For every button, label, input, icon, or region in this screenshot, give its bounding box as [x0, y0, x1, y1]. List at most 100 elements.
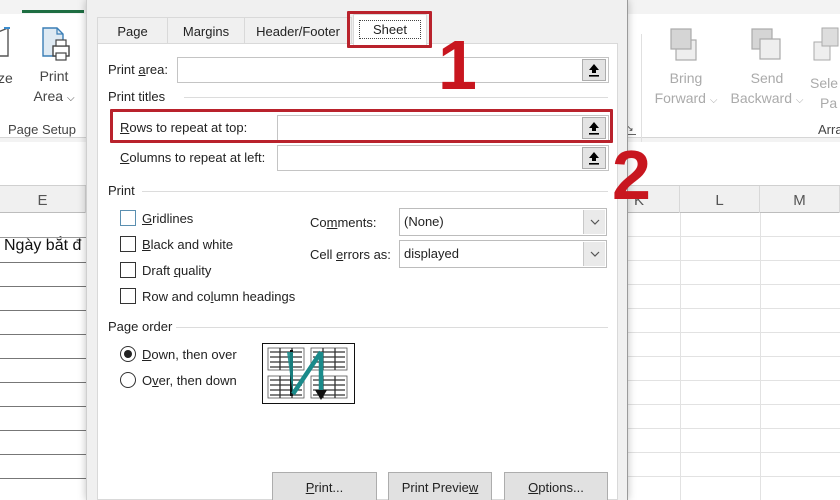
grid-row-line	[0, 358, 86, 359]
black-and-white-label[interactable]: Black and white	[142, 237, 233, 252]
send-backward-label-2: Backward ⌵	[727, 88, 807, 111]
access-key: m	[326, 215, 338, 230]
tab-header-footer-label: Header/Footer	[256, 24, 340, 39]
label-part: Cell	[310, 247, 337, 262]
selection-pane-button[interactable]: Sele Pa	[810, 26, 840, 113]
comments-select[interactable]: (None)	[399, 208, 607, 236]
grid-row-line	[0, 262, 86, 263]
draft-quality-label[interactable]: Draft quality	[142, 263, 211, 278]
tab-margins[interactable]: Margins	[167, 17, 244, 44]
grid-row-line	[0, 478, 86, 479]
label-part: O	[142, 373, 153, 388]
grid-row-line	[0, 382, 86, 383]
down-then-over-label[interactable]: Down, then over	[142, 347, 237, 362]
annotation-step-1: 1	[438, 26, 477, 104]
chevron-down-icon: ⌵	[66, 93, 75, 104]
tab-margins-label: Margins	[182, 24, 230, 39]
label-part: Print	[108, 62, 139, 77]
tab-page[interactable]: Page	[97, 17, 167, 44]
label-part: Draft	[142, 263, 174, 278]
columns-to-repeat-label: Columns to repeat at left:	[120, 150, 265, 165]
cell-errors-label: Cell errors as:	[310, 247, 391, 262]
comments-label: Comments:	[310, 215, 376, 230]
tab-sheet-label: Sheet	[373, 22, 407, 37]
page-order-diagram-icon	[267, 347, 348, 400]
access-key: C	[120, 150, 130, 165]
label-part: olumns to repeat at left:	[129, 150, 266, 165]
partial-label: ze	[0, 70, 13, 86]
draft-quality-checkbox[interactable]	[120, 262, 136, 278]
options-button[interactable]: Options...	[504, 472, 608, 500]
access-key: B	[142, 237, 151, 252]
black-and-white-checkbox[interactable]	[120, 236, 136, 252]
comments-select-value: (None)	[404, 214, 444, 229]
collapse-dialog-icon	[589, 64, 599, 77]
label-part: Co	[310, 215, 327, 230]
row-column-headings-checkbox[interactable]	[120, 288, 136, 304]
access-key: O	[528, 480, 539, 495]
print-area-input[interactable]	[177, 57, 609, 83]
label-part: ridlines	[152, 211, 194, 226]
screen: ze Print Area ⌵ Page Setup Bring Forward…	[0, 0, 840, 500]
grid-column-line	[680, 213, 681, 500]
partial-ribbon-button[interactable]: ze	[0, 26, 13, 86]
print-area-label: Print area:	[108, 62, 168, 77]
print-titles-heading: Print titles	[108, 89, 166, 104]
access-key: q	[173, 263, 182, 278]
page-setup-dialog: Page Margins Header/Footer Sheet Print a…	[86, 0, 628, 500]
column-header-m[interactable]: M	[760, 186, 840, 213]
cell-errors-select-value: displayed	[404, 246, 459, 261]
access-key: D	[142, 347, 152, 362]
gridlines-checkbox[interactable]	[120, 210, 136, 226]
print-button[interactable]: Print...	[272, 472, 377, 500]
tab-page-label: Page	[117, 24, 148, 39]
row-column-headings-label[interactable]: Row and column headings	[142, 289, 295, 304]
chevron-down-icon[interactable]	[583, 242, 605, 266]
column-header-l[interactable]: L	[680, 186, 760, 213]
columns-to-repeat-collapse-button[interactable]	[582, 147, 606, 169]
access-key: w	[468, 480, 479, 495]
page-order-heading: Page order	[108, 319, 173, 334]
chevron-down-icon: ⌵	[795, 95, 804, 106]
grid-column-line	[760, 213, 761, 500]
grid-row-line	[628, 404, 840, 405]
button-label: rint...	[314, 480, 344, 495]
print-preview-button[interactable]: Print Preview	[388, 472, 492, 500]
selection-pane-label-2: Pa	[820, 95, 838, 111]
print-area-button[interactable]: Print Area ⌵	[30, 26, 78, 109]
cell-errors-select[interactable]: displayed	[399, 240, 607, 268]
bring-forward-button[interactable]: Bring Forward ⌵	[648, 26, 724, 111]
annotation-step-2: 2	[612, 136, 651, 214]
cell-e-header[interactable]: Ngày bắt đ	[4, 237, 81, 255]
bring-forward-icon	[670, 28, 697, 61]
annotation-highlight-rows-to-repeat	[110, 109, 613, 143]
column-header-e[interactable]: E	[0, 186, 86, 213]
grid-row-line	[628, 308, 840, 309]
print-area-icon	[42, 27, 70, 61]
over-then-down-radio[interactable]	[120, 372, 136, 388]
grid-row-line	[0, 406, 86, 407]
print-area-collapse-button[interactable]	[582, 59, 606, 81]
send-backward-button[interactable]: Send Backward ⌵	[727, 26, 807, 111]
grid-row-line	[628, 284, 840, 285]
grid-row-line	[0, 237, 86, 238]
selection-pane-icon	[813, 27, 839, 61]
chevron-down-icon[interactable]	[583, 210, 605, 234]
print-heading: Print	[108, 183, 135, 198]
button-label: Print Previe	[401, 480, 469, 495]
access-key: a	[138, 62, 146, 77]
grid-row-line	[628, 428, 840, 429]
tab-header-footer[interactable]: Header/Footer	[244, 17, 352, 44]
collapse-dialog-icon	[589, 152, 599, 165]
label-part: lack and white	[150, 237, 234, 252]
gridlines-label[interactable]: Gridlines	[142, 211, 193, 226]
tab-sheet[interactable]: Sheet	[353, 14, 427, 45]
down-then-over-radio[interactable]	[120, 346, 136, 362]
grid-row-line	[0, 286, 86, 287]
print-area-label-1: Print	[39, 68, 69, 84]
section-divider	[184, 97, 608, 98]
grid-row-line	[628, 476, 840, 477]
page-setup-group-label: Page Setup	[8, 122, 76, 137]
over-then-down-label[interactable]: Over, then down	[142, 373, 237, 388]
columns-to-repeat-input[interactable]	[277, 145, 609, 171]
